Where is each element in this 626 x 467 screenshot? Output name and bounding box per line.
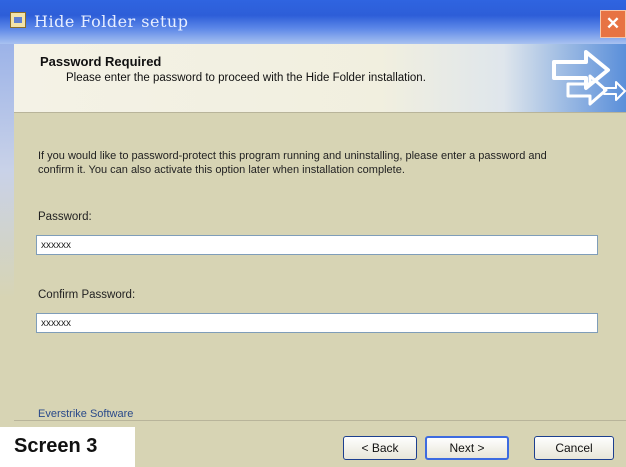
company-name: Everstrike Software <box>38 408 134 420</box>
password-input[interactable] <box>36 235 598 255</box>
next-button[interactable]: Next > <box>425 436 509 460</box>
title-bar[interactable]: Hide Folder setup ✕ <box>0 0 626 44</box>
window-title: Hide Folder setup <box>34 12 189 31</box>
confirm-password-label: Confirm Password: <box>38 289 136 301</box>
footer-divider <box>14 420 626 421</box>
setup-window: Hide Folder setup ✕ Password Required Pl… <box>0 0 626 467</box>
header-panel: Password Required Please enter the passw… <box>14 44 626 113</box>
confirm-password-input[interactable] <box>36 313 598 333</box>
left-edge-strip <box>0 44 14 467</box>
header-subtitle: Please enter the password to proceed wit… <box>66 72 426 84</box>
header-title: Password Required <box>40 54 162 69</box>
description-text: If you would like to password-protect th… <box>38 150 547 176</box>
back-button[interactable]: < Back <box>343 436 417 460</box>
app-icon <box>10 12 26 28</box>
arrows-logo-icon <box>552 50 626 106</box>
cancel-button[interactable]: Cancel <box>534 436 614 460</box>
screen-caption: Screen 3 <box>0 427 135 467</box>
password-label: Password: <box>38 211 92 223</box>
close-button[interactable]: ✕ <box>600 10 626 38</box>
